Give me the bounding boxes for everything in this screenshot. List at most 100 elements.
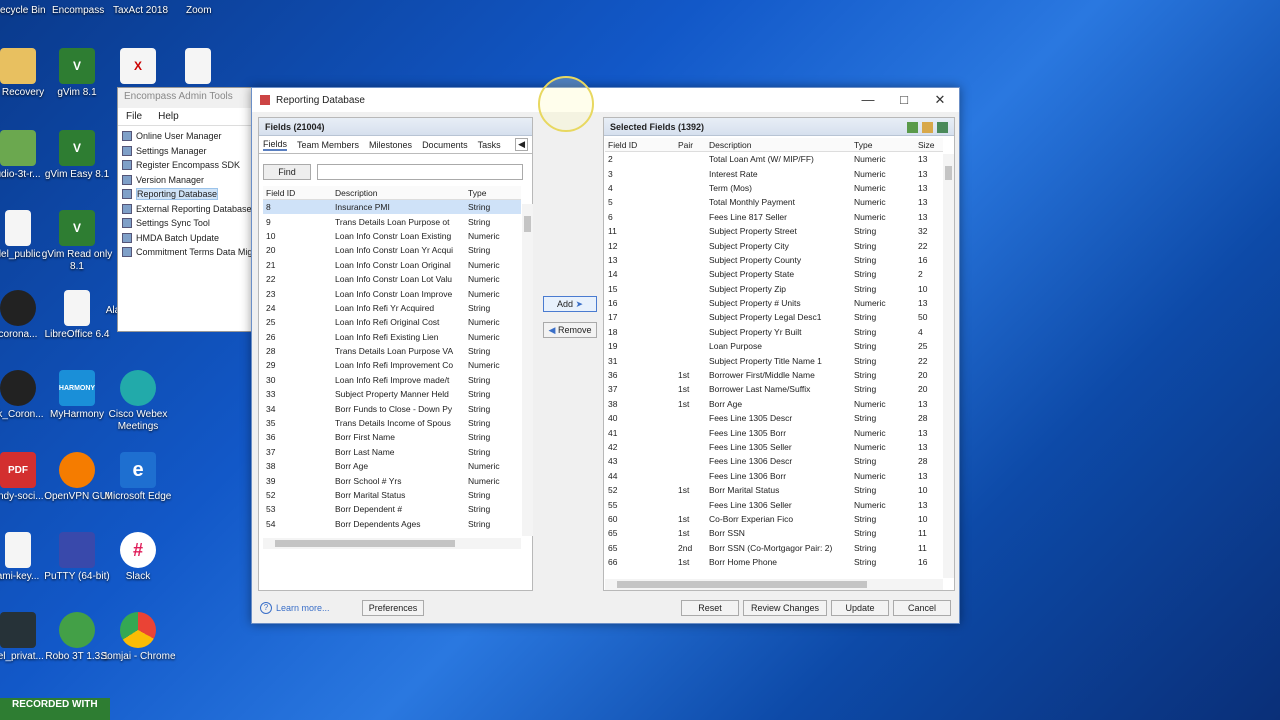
table-row[interactable]: 65 1st Borr SSN String 11: [605, 526, 943, 540]
table-row[interactable]: 8 Insurance PMI String: [263, 200, 521, 215]
table-row[interactable]: 21 Loan Info Constr Loan Original Numeric: [263, 258, 521, 272]
desktop-icon[interactable]: # Slack: [98, 532, 178, 583]
table-row[interactable]: 39 Borr School # Yrs Numeric: [263, 473, 521, 487]
desktop-label-zoom[interactable]: Zoom: [186, 5, 212, 16]
admin-item-selected[interactable]: Reporting Database: [118, 187, 261, 202]
col-field-id[interactable]: Field ID: [263, 188, 335, 198]
admin-item[interactable]: Settings Sync Tool: [118, 216, 261, 231]
table-row[interactable]: 54 Borr Dependents Ages String: [263, 517, 521, 531]
table-row[interactable]: 23 Loan Info Constr Loan Improve Numeric: [263, 286, 521, 300]
tab-tasks[interactable]: Tasks: [478, 140, 501, 150]
close-icon[interactable]: ✕: [922, 92, 958, 108]
edit-icon[interactable]: [922, 122, 933, 133]
admin-item[interactable]: Version Manager: [118, 173, 261, 188]
table-row[interactable]: 13 Subject Property County String 16: [605, 253, 943, 267]
admin-item[interactable]: Online User Manager: [118, 129, 261, 144]
table-row[interactable]: 40 Fees Line 1305 Descr String 28: [605, 411, 943, 425]
table-row[interactable]: 37 Borr Last Name String: [263, 445, 521, 459]
col-size[interactable]: Size: [918, 140, 943, 150]
table-row[interactable]: 12 Subject Property City String 22: [605, 238, 943, 252]
table-row[interactable]: 19 Loan Purpose String 25: [605, 339, 943, 353]
table-row[interactable]: 24 Loan Info Refi Yr Acquired String: [263, 301, 521, 315]
table-row[interactable]: 17 Subject Property Legal Desc1 String 50: [605, 310, 943, 324]
right-vertical-scrollbar[interactable]: [943, 154, 954, 578]
table-row[interactable]: 34 Borr Funds to Close - Down Py String: [263, 401, 521, 415]
desktop-icon[interactable]: VgVim Easy 8.1: [37, 130, 117, 181]
table-row[interactable]: 31 Subject Property Title Name 1 String 22: [605, 353, 943, 367]
table-row[interactable]: 6 Fees Line 817 Seller Numeric 13: [605, 210, 943, 224]
table-row[interactable]: 41 Fees Line 1305 Borr Numeric 13: [605, 425, 943, 439]
table-row[interactable]: 65 2nd Borr SSN (Co-Mortgagor Pair: 2) Stri…: [605, 541, 943, 555]
table-row[interactable]: 25 Loan Info Refi Original Cost Numeric: [263, 315, 521, 329]
table-row[interactable]: 22 Loan Info Constr Loan Lot Valu Numeric: [263, 272, 521, 286]
table-row[interactable]: 43 Fees Line 1306 Descr String 28: [605, 454, 943, 468]
table-row[interactable]: 18 Subject Property Yr Built String 4: [605, 325, 943, 339]
tab-scroll-left-icon[interactable]: ◀: [515, 138, 528, 151]
table-row[interactable]: 42 Fees Line 1305 Seller Numeric 13: [605, 440, 943, 454]
menu-help[interactable]: Help: [158, 111, 179, 122]
table-row[interactable]: 30 Loan Info Refi Improve made/t String: [263, 373, 521, 387]
table-row[interactable]: 28 Trans Details Loan Purpose VA String: [263, 344, 521, 358]
table-row[interactable]: 14 Subject Property State String 2: [605, 267, 943, 281]
col-field-id[interactable]: Field ID: [605, 140, 678, 150]
table-row[interactable]: 60 1st Co-Borr Experian Fico String 10: [605, 512, 943, 526]
desktop-label-recycle-bin[interactable]: ecycle Bin: [0, 5, 46, 16]
update-button[interactable]: Update: [831, 600, 889, 616]
table-row[interactable]: 35 Trans Details Income of Spous String: [263, 416, 521, 430]
col-type[interactable]: Type: [854, 140, 918, 150]
cancel-button[interactable]: Cancel: [893, 600, 951, 616]
table-row[interactable]: 44 Fees Line 1306 Borr Numeric 13: [605, 469, 943, 483]
admin-item[interactable]: HMDA Batch Update: [118, 231, 261, 246]
table-row[interactable]: 52 Borr Marital Status String: [263, 488, 521, 502]
table-row[interactable]: 2 Total Loan Amt (W/ MIP/FF) Numeric 13: [605, 152, 943, 166]
table-row[interactable]: 66 1st Borr Home Phone String 16: [605, 555, 943, 569]
admin-item[interactable]: Settings Manager: [118, 144, 261, 159]
export-icon[interactable]: [907, 122, 918, 133]
table-row[interactable]: 33 Subject Property Manner Held String: [263, 387, 521, 401]
table-row[interactable]: 36 1st Borrower First/Middle Name String 20: [605, 368, 943, 382]
desktop-icon[interactable]: Somjai - Chrome: [98, 612, 178, 663]
add-button[interactable]: Add ➤: [543, 296, 597, 312]
desktop-label-taxact[interactable]: TaxAct 2018: [113, 5, 168, 16]
menu-file[interactable]: File: [126, 111, 142, 122]
col-type[interactable]: Type: [468, 188, 518, 198]
preferences-button[interactable]: Preferences: [362, 600, 424, 616]
table-row[interactable]: 38 Borr Age Numeric: [263, 459, 521, 473]
minimize-icon[interactable]: —: [850, 92, 886, 107]
table-row[interactable]: 10 Loan Info Constr Loan Existing Numeric: [263, 229, 521, 243]
left-horizontal-scrollbar[interactable]: [263, 538, 521, 549]
remove-button[interactable]: ◀ Remove: [543, 322, 597, 338]
table-row[interactable]: 4 Term (Mos) Numeric 13: [605, 181, 943, 195]
tab-team-members[interactable]: Team Members: [297, 140, 359, 150]
table-row[interactable]: 38 1st Borr Age Numeric 13: [605, 397, 943, 411]
find-button[interactable]: Find: [263, 164, 311, 180]
learn-more-link[interactable]: ? Learn more...: [260, 602, 330, 614]
tab-documents[interactable]: Documents: [422, 140, 468, 150]
desktop-icon[interactable]: Cisco Webex Meetings: [98, 370, 178, 433]
table-row[interactable]: 20 Loan Info Constr Loan Yr Acqui String: [263, 243, 521, 257]
desktop-icon[interactable]: e Microsoft Edge: [98, 452, 178, 503]
maximize-icon[interactable]: □: [886, 92, 922, 107]
refresh-icon[interactable]: [937, 122, 948, 133]
admin-item[interactable]: Commitment Terms Data Migra: [118, 245, 261, 260]
table-row[interactable]: 11 Subject Property Street String 32: [605, 224, 943, 238]
table-row[interactable]: 52 1st Borr Marital Status String 10: [605, 483, 943, 497]
left-vertical-scrollbar[interactable]: [522, 204, 533, 536]
reset-button[interactable]: Reset: [681, 600, 739, 616]
table-row[interactable]: 55 Fees Line 1306 Seller Numeric 13: [605, 497, 943, 511]
tab-fields[interactable]: Fields: [263, 139, 288, 151]
col-description[interactable]: Description: [709, 140, 854, 150]
tab-milestones[interactable]: Milestones: [369, 140, 412, 150]
table-row[interactable]: 16 Subject Property # Units Numeric 13: [605, 296, 943, 310]
desktop-icon[interactable]: [158, 48, 238, 87]
desktop-label-encompass[interactable]: Encompass: [52, 5, 104, 16]
review-changes-button[interactable]: Review Changes: [743, 600, 827, 616]
table-row[interactable]: 37 1st Borrower Last Name/Suffix String 20: [605, 382, 943, 396]
desktop-icon[interactable]: VgVim Read only 8.1: [37, 210, 117, 273]
table-row[interactable]: 9 Trans Details Loan Purpose ot String: [263, 214, 521, 228]
table-row[interactable]: 26 Loan Info Refi Existing Lien Numeric: [263, 330, 521, 344]
table-row[interactable]: 15 Subject Property Zip String 10: [605, 282, 943, 296]
find-input[interactable]: [317, 164, 523, 180]
admin-item[interactable]: External Reporting Database: [118, 202, 261, 217]
table-row[interactable]: 36 Borr First Name String: [263, 430, 521, 444]
